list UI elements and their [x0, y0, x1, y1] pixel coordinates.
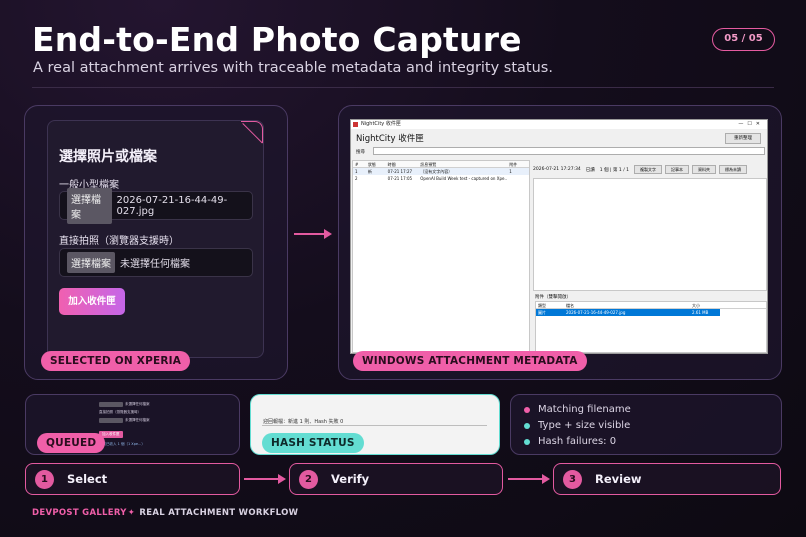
mini-text: 未選擇任何檔案: [125, 402, 150, 406]
hash-status-tag: HASH STATUS: [262, 433, 364, 453]
detail-toolbar: 2026-07-21 17:27:34 已讀 1 個 | 第 1 / 1 複製文…: [533, 164, 767, 175]
attachment-header: 類型 檔名 大小: [536, 302, 766, 309]
slide-subtitle: A real attachment arrives with traceable…: [33, 60, 553, 76]
page-indicator: 05 / 05: [712, 28, 775, 51]
bullet-icon: [524, 422, 530, 429]
step-verify: 2 Verify: [289, 463, 503, 495]
cell: [507, 175, 529, 182]
step-number: 3: [563, 469, 582, 489]
message-list-header: # 狀態 時間 訊息預覽 附件: [353, 161, 529, 168]
camera-file-input[interactable]: 選擇檔案 未選擇任何檔案: [59, 248, 253, 277]
mini-text: 直接拍照（瀏覽器支援時）: [99, 410, 141, 414]
check-text: Hash failures: 0: [538, 436, 617, 447]
hash-status-text: 迎回報檔：新進 1 則、Hash 失敗 0: [263, 419, 344, 425]
header-divider: [32, 87, 774, 88]
col-attachments[interactable]: 附件: [507, 161, 529, 167]
form-title: 選擇照片或檔案: [59, 149, 157, 165]
separator-icon: ✦: [127, 508, 136, 518]
camera-file-value: 未選擇任何檔案: [120, 259, 190, 270]
check-item: Hash failures: 0: [524, 436, 616, 447]
check-item: Type + size visible: [524, 420, 630, 431]
table-row[interactable]: 1 新 07-21 17:27 （沒有文字內容） 1: [353, 168, 529, 175]
cell: 07-21 17:05: [387, 176, 413, 181]
cell: 2: [355, 176, 358, 181]
camera-label: 直接拍照（瀏覽器支援時）: [59, 236, 179, 247]
footer-caption: REAL ATTACHMENT WORKFLOW: [139, 508, 299, 518]
attachment-row[interactable]: 圖片 2026-07-21-16-44-49-027.jpg 2.61 MB: [536, 309, 720, 316]
arrow-right-icon: [508, 474, 550, 484]
mini-status: 目前已收入 1 個（1 Xpe...）: [99, 442, 145, 446]
footer: DEVPOST GALLERY✦ REAL ATTACHMENT WORKFLO…: [32, 508, 298, 518]
step-review: 3 Review: [553, 463, 781, 495]
cell: 1: [509, 169, 512, 174]
small-file-input[interactable]: 選擇檔案 2026-07-21-16-44-49-027.jpg: [59, 187, 253, 224]
windows-metadata-tag: WINDOWS ATTACHMENT METADATA: [353, 351, 587, 371]
card-corner-decoration: [241, 121, 263, 143]
small-file-value: 2026-07-21-16-44-49-027.jpg: [116, 194, 228, 217]
search-input[interactable]: [373, 147, 765, 155]
attachment-list: 類型 檔名 大小 圖片 2026-07-21-16-44-49-027.jpg …: [535, 301, 767, 353]
app-heading: NightCity 收件匣: [356, 134, 424, 144]
copy-text-button[interactable]: 複製文字: [634, 165, 663, 174]
refresh-button[interactable]: 重新整理: [725, 133, 761, 144]
col-filename[interactable]: 檔名: [564, 302, 690, 308]
arrow-right-icon: [244, 474, 286, 484]
col-index[interactable]: #: [353, 161, 366, 167]
search-label: 搜尋: [356, 150, 365, 155]
cell: 新: [367, 169, 372, 174]
slide-title: End-to-End Photo Capture: [32, 20, 522, 59]
queued-tag: QUEUED: [37, 433, 106, 453]
windows-app-window: NightCity 收件匣 —☐✕ NightCity 收件匣 重新整理 搜尋 …: [350, 119, 768, 354]
notepad-button[interactable]: 記事本: [665, 165, 690, 174]
step-select: 1 Select: [25, 463, 240, 495]
camera-choose-file-button[interactable]: 選擇檔案: [67, 252, 115, 273]
cell: （沒有文字內容）: [420, 169, 453, 174]
detail-status: 已讀: [585, 167, 595, 173]
step-label: Review: [595, 472, 642, 486]
add-to-inbox-button[interactable]: 加入收件匣: [59, 288, 125, 315]
hash-divider: [262, 425, 487, 426]
check-item: Matching filename: [524, 404, 631, 415]
window-controls-icon[interactable]: —☐✕: [738, 120, 764, 129]
step-label: Select: [67, 472, 108, 486]
col-preview[interactable]: 訊息預覽: [418, 161, 507, 167]
step-number: 1: [35, 469, 54, 489]
mini-choose-button: [99, 418, 123, 423]
cell: 1: [355, 169, 358, 174]
detail-time: 2026-07-21 17:27:34: [533, 167, 581, 172]
folder-button[interactable]: 資料夾: [692, 165, 717, 174]
col-size[interactable]: 大小: [690, 302, 720, 308]
cell: 2026-07-21-16-44-49-027.jpg: [566, 310, 626, 315]
cell: 圖片: [538, 310, 546, 315]
choose-file-button[interactable]: 選擇檔案: [67, 187, 112, 224]
detail-count: 1 個 | 第 1 / 1: [599, 167, 630, 173]
col-time[interactable]: 時間: [386, 161, 419, 167]
cell: [366, 175, 386, 182]
check-text: Matching filename: [538, 404, 631, 415]
bullet-icon: [524, 438, 530, 445]
cell: 2.61 MB: [692, 310, 709, 315]
col-type[interactable]: 類型: [536, 302, 564, 308]
bullet-icon: [524, 406, 530, 413]
arrow-right-icon: [294, 229, 332, 239]
message-body[interactable]: [533, 178, 767, 291]
footer-brand: DEVPOST GALLERY: [32, 508, 127, 518]
col-status[interactable]: 狀態: [366, 161, 386, 167]
window-titlebar: NightCity 收件匣 —☐✕: [351, 120, 767, 129]
window-title: NightCity 收件匣: [361, 121, 401, 127]
step-number: 2: [299, 469, 318, 489]
step-label: Verify: [331, 472, 370, 486]
cell: 07-21 17:27: [387, 169, 413, 174]
check-text: Type + size visible: [538, 420, 631, 431]
message-list: # 狀態 時間 訊息預覽 附件 1 新 07-21 17:27 （沒有文字內容）…: [352, 160, 530, 353]
app-icon: [353, 122, 358, 127]
upload-form-card: 選擇照片或檔案 一般小型檔案 選擇檔案 2026-07-21-16-44-49-…: [47, 120, 264, 358]
cell: OpenAI Build Week test - captured on Xpe…: [420, 176, 508, 181]
mini-text: 未選擇任何檔案: [125, 418, 150, 422]
mini-choose-button: [99, 402, 123, 407]
selected-on-xperia-tag: SELECTED ON XPERIA: [41, 351, 191, 371]
mark-unread-button[interactable]: 標為未讀: [719, 165, 748, 174]
attachment-label: 附件（雙擊開啟）: [535, 295, 571, 300]
table-row[interactable]: 2 07-21 17:05 OpenAI Build Week test - c…: [353, 175, 529, 182]
